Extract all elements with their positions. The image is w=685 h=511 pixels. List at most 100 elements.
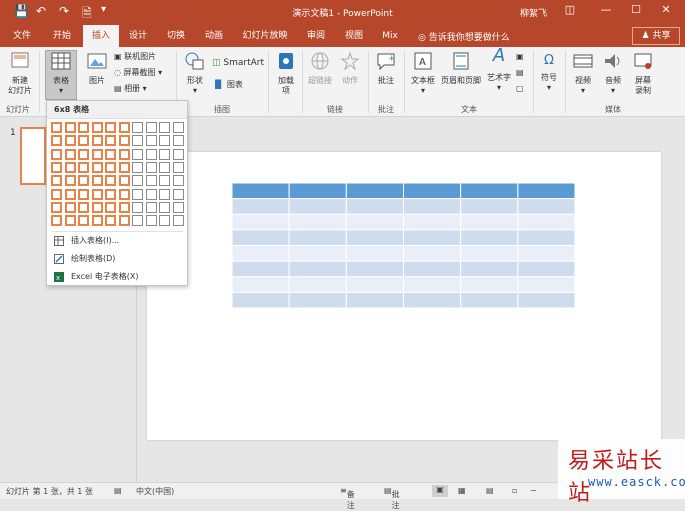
grid-cell[interactable] (159, 148, 170, 160)
grid-cell[interactable] (145, 135, 157, 147)
tab-transitions[interactable]: 切换 (158, 25, 194, 47)
grid-cell[interactable] (132, 201, 143, 213)
grid-cell[interactable] (159, 201, 170, 213)
grid-cell[interactable] (64, 135, 76, 147)
maximize-icon[interactable]: ☐ (622, 3, 650, 21)
share-button[interactable]: ♟ 共享 (632, 27, 680, 45)
comments-button[interactable]: ▤ 批注 (384, 486, 400, 510)
grid-cell[interactable] (105, 215, 116, 227)
grid-cell[interactable] (145, 175, 157, 187)
grid-cell[interactable] (159, 188, 170, 200)
grid-cell[interactable] (132, 188, 143, 200)
video-button[interactable]: 视频 ▾ (569, 51, 597, 96)
grid-cell[interactable] (159, 122, 170, 133)
slideshow-icon[interactable]: ▫ (512, 486, 517, 495)
action-button[interactable]: 动作 (337, 51, 363, 86)
grid-cell[interactable] (64, 175, 76, 187)
header-footer-button[interactable]: 页眉和页脚 (439, 51, 483, 86)
grid-cell[interactable] (172, 135, 184, 147)
grid-cell[interactable] (145, 188, 157, 200)
grid-cell[interactable] (64, 201, 76, 213)
language[interactable]: 中文(中国) (136, 486, 174, 497)
audio-button[interactable]: 音频 ▾ (599, 51, 627, 96)
insert-table-item[interactable]: 插入表格(I)... (51, 233, 183, 249)
grid-cell[interactable] (51, 175, 62, 187)
table-button[interactable]: 表格 ▾ (45, 50, 77, 100)
grid-cell[interactable] (132, 161, 143, 173)
grid-cell[interactable] (91, 122, 103, 133)
tab-home[interactable]: 开始 (44, 25, 80, 47)
spelling-icon[interactable]: ▤ (114, 486, 122, 495)
tab-mix[interactable]: Mix (374, 25, 406, 47)
grid-cell[interactable] (172, 148, 184, 160)
grid-cell[interactable] (91, 215, 103, 227)
grid-cell[interactable] (64, 161, 76, 173)
grid-cell[interactable] (51, 161, 62, 173)
grid-cell[interactable] (172, 175, 184, 187)
minimize-icon[interactable]: — (592, 3, 620, 21)
grid-cell[interactable] (118, 135, 130, 147)
grid-cell[interactable] (78, 215, 89, 227)
tab-insert[interactable]: 插入 (83, 25, 119, 47)
grid-cell[interactable] (91, 161, 103, 173)
grid-cell[interactable] (132, 135, 143, 147)
grid-cell[interactable] (78, 148, 89, 160)
grid-cell[interactable] (145, 148, 157, 160)
grid-cell[interactable] (118, 122, 130, 133)
grid-cell[interactable] (64, 148, 76, 160)
grid-cell[interactable] (105, 175, 116, 187)
grid-cell[interactable] (118, 148, 130, 160)
grid-cell[interactable] (64, 215, 76, 227)
grid-cell[interactable] (105, 161, 116, 173)
draw-table-item[interactable]: 绘制表格(D) (51, 251, 183, 267)
grid-cell[interactable] (118, 161, 130, 173)
grid-cell[interactable] (159, 161, 170, 173)
grid-cell[interactable] (132, 122, 143, 133)
grid-cell[interactable] (64, 188, 76, 200)
grid-cell[interactable] (78, 161, 89, 173)
close-icon[interactable]: ✕ (652, 3, 680, 21)
grid-cell[interactable] (51, 135, 62, 147)
grid-cell[interactable] (118, 175, 130, 187)
grid-cell[interactable] (172, 161, 184, 173)
grid-cell[interactable] (78, 201, 89, 213)
slide-number-icon[interactable]: ▤ (516, 67, 524, 79)
tab-view[interactable]: 视图 (336, 25, 372, 47)
wordart-button[interactable]: A 艺术字 ▾ (485, 47, 513, 93)
grid-cell[interactable] (159, 175, 170, 187)
ribbon-display-icon[interactable]: ◫ (556, 3, 584, 21)
symbol-button[interactable]: Ω 符号 ▾ (537, 51, 561, 93)
tab-review[interactable]: 审阅 (298, 25, 334, 47)
slide-sorter-icon[interactable]: ▦ (458, 486, 466, 495)
zoom-out-icon[interactable]: − (530, 486, 537, 495)
shapes-button[interactable]: 形状 ▾ (182, 51, 208, 96)
grid-cell[interactable] (105, 135, 116, 147)
textbox-button[interactable]: A 文本框 ▾ (408, 51, 438, 96)
grid-cell[interactable] (172, 122, 184, 133)
grid-cell[interactable] (64, 122, 76, 133)
grid-cell[interactable] (78, 188, 89, 200)
grid-cell[interactable] (91, 135, 103, 147)
tab-slideshow[interactable]: 幻灯片放映 (238, 25, 292, 47)
grid-cell[interactable] (91, 148, 103, 160)
grid-cell[interactable] (78, 122, 89, 133)
date-time-icon[interactable]: ▣ (516, 51, 524, 63)
grid-cell[interactable] (145, 122, 157, 133)
grid-cell[interactable] (132, 215, 143, 227)
grid-cell[interactable] (118, 201, 130, 213)
object-icon[interactable]: ▢ (516, 83, 524, 95)
tab-animations[interactable]: 动画 (196, 25, 232, 47)
grid-cell[interactable] (172, 215, 184, 227)
grid-cell[interactable] (51, 215, 62, 227)
grid-cell[interactable] (105, 122, 116, 133)
grid-cell[interactable] (91, 201, 103, 213)
grid-cell[interactable] (91, 175, 103, 187)
grid-cell[interactable] (78, 135, 89, 147)
grid-cell[interactable] (51, 188, 62, 200)
grid-cell[interactable] (105, 188, 116, 200)
grid-cell[interactable] (145, 215, 157, 227)
slide-thumbnail[interactable] (20, 127, 46, 185)
grid-cell[interactable] (51, 122, 62, 133)
grid-cell[interactable] (145, 161, 157, 173)
grid-cell[interactable] (159, 215, 170, 227)
